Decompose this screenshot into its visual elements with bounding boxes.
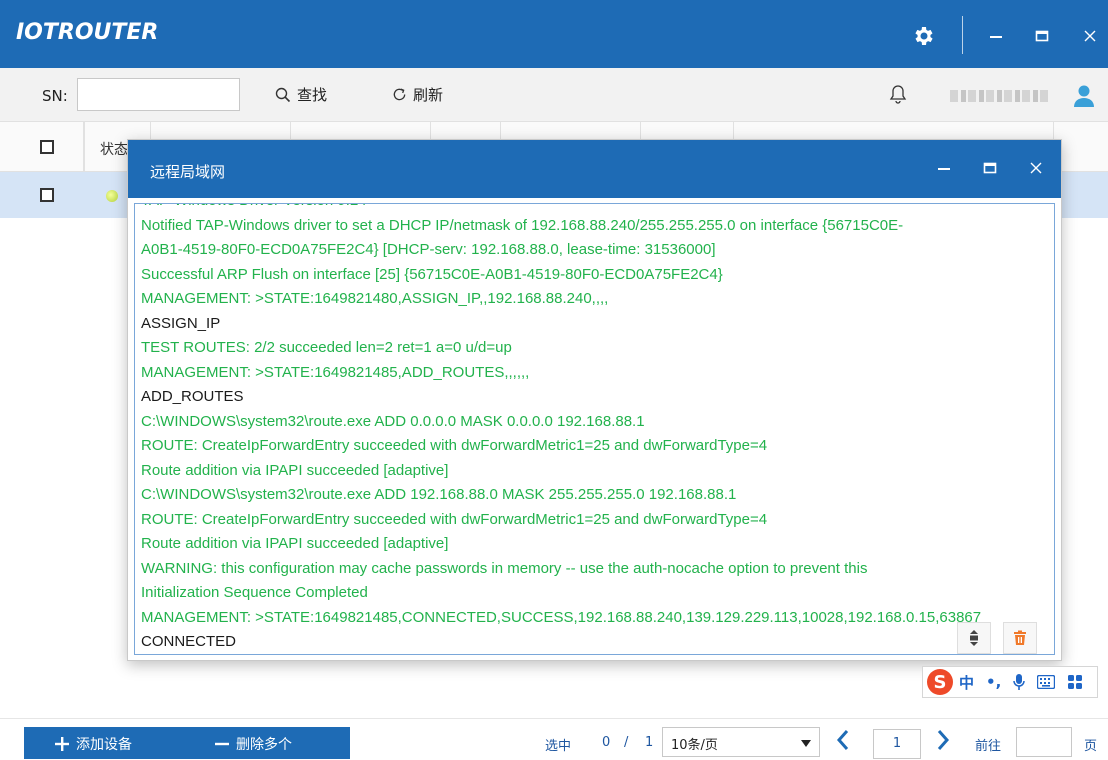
- selected-label: 选中: [545, 739, 572, 754]
- log-line: C:\WINDOWS\system32\route.exe ADD 0.0.0.…: [141, 412, 645, 430]
- user-name-redacted: [950, 90, 1048, 102]
- search-button[interactable]: 查找: [275, 84, 327, 105]
- sn-input[interactable]: [77, 78, 240, 111]
- page-size-value: 10条/页: [671, 738, 718, 753]
- toolbar: SN: 查找 刷新: [0, 68, 1108, 122]
- delete-multiple-button[interactable]: 删除多个: [214, 734, 292, 754]
- log-lines: TAP-Windows Driver Version 9.24 Notified …: [141, 204, 1048, 654]
- user-avatar-icon[interactable]: [1072, 84, 1096, 112]
- log-line: Route addition via IPAPI succeeded [adap…: [141, 535, 449, 552]
- dialog-minimize-button[interactable]: [928, 152, 960, 184]
- dialog-title: 远程局域网: [150, 163, 226, 181]
- current-page[interactable]: 1: [873, 729, 921, 759]
- log-line: WARNING: this configuration may cache pa…: [141, 559, 868, 577]
- count-separator: /: [624, 735, 629, 750]
- sn-label: SN:: [42, 87, 68, 105]
- log-line: MANAGEMENT: >STATE:1649821485,ADD_ROUTES…: [141, 363, 530, 381]
- app-logo: IOTROUTER: [16, 20, 159, 45]
- add-device-button[interactable]: 添加设备: [54, 734, 132, 754]
- ime-toolbar: S 中 •,: [922, 666, 1098, 698]
- footer-bar: 添加设备 删除多个 选中 0 / 1 10条/页 1 前往 页: [0, 718, 1108, 760]
- select-all-checkbox[interactable]: [40, 140, 54, 154]
- log-line: MANAGEMENT: >STATE:1649821485,CONNECTED,…: [141, 608, 982, 626]
- window-close-button[interactable]: [1072, 18, 1108, 54]
- log-line: Initialization Sequence Completed: [141, 584, 368, 601]
- ime-keyboard-icon[interactable]: [1037, 675, 1056, 689]
- selected-count: 0: [602, 735, 611, 750]
- log-line: TAP-Windows Driver Version 9.24: [141, 204, 1048, 214]
- scroll-lock-button[interactable]: [957, 622, 991, 654]
- status-online-icon: [106, 190, 118, 202]
- plus-icon: [55, 737, 69, 751]
- log-line: CONNECTED: [141, 633, 237, 650]
- title-bar: IOTROUTER: [0, 0, 1108, 68]
- search-button-label: 查找: [297, 86, 328, 104]
- log-line: Notified TAP-Windows driver to set a DHC…: [141, 216, 904, 234]
- window-maximize-button[interactable]: [1024, 18, 1060, 54]
- dialog-maximize-button[interactable]: [974, 152, 1006, 184]
- ime-punctuation-toggle[interactable]: •,: [986, 673, 1001, 691]
- refresh-button-label: 刷新: [413, 86, 444, 104]
- next-page-button[interactable]: [936, 729, 950, 755]
- refresh-button[interactable]: 刷新: [392, 84, 443, 105]
- dialog-close-button[interactable]: [1020, 152, 1052, 184]
- log-line: MANAGEMENT: >STATE:1649821480,ASSIGN_IP,…: [141, 290, 609, 307]
- scroll-arrows-icon: [970, 630, 978, 646]
- chevron-right-icon: [937, 730, 950, 750]
- log-line: ASSIGN_IP: [141, 314, 221, 332]
- search-icon: [275, 87, 291, 102]
- log-output[interactable]: TAP-Windows Driver Version 9.24 Notified …: [134, 203, 1055, 655]
- chevron-down-icon: [801, 740, 811, 747]
- page-unit-label: 页: [1084, 739, 1098, 754]
- dialog-header: 远程局域网: [128, 140, 1061, 198]
- log-line: A0B1-4519-80F0-ECD0A75FE2C4} [DHCP-serv:…: [141, 241, 716, 258]
- log-line: Route addition via IPAPI succeeded [adap…: [141, 461, 449, 479]
- table-header-checkbox-col: [0, 122, 84, 172]
- notification-bell-icon[interactable]: [889, 84, 907, 108]
- clear-log-button[interactable]: [1003, 622, 1037, 654]
- add-device-label: 添加设备: [76, 737, 132, 753]
- goto-label: 前往: [975, 739, 1002, 754]
- remote-lan-dialog: 远程局域网 TAP-Windows Driver Version 9.24 Not…: [127, 139, 1062, 661]
- ime-microphone-icon[interactable]: [1013, 673, 1026, 691]
- log-line: ROUTE: CreateIpForwardEntry succeeded wi…: [141, 437, 768, 454]
- refresh-icon: [393, 88, 406, 101]
- footer-action-group: 添加设备 删除多个: [24, 727, 350, 759]
- ime-logo[interactable]: S: [927, 669, 953, 695]
- row-checkbox[interactable]: [40, 188, 54, 202]
- minus-icon: [215, 742, 229, 746]
- log-line: TEST ROUTES: 2/2 succeeded len=2 ret=1 a…: [141, 339, 512, 356]
- trash-icon: [1014, 630, 1026, 645]
- goto-page-input[interactable]: [1016, 727, 1072, 757]
- settings-gear-icon[interactable]: [912, 24, 936, 48]
- delete-multiple-label: 删除多个: [236, 737, 292, 753]
- log-line: C:\WINDOWS\system32\route.exe ADD 192.16…: [141, 486, 737, 503]
- ime-mode-toggle[interactable]: 中: [959, 672, 974, 693]
- page-size-select[interactable]: 10条/页: [662, 727, 820, 757]
- log-line: ADD_ROUTES: [141, 388, 244, 405]
- prev-page-button[interactable]: [836, 729, 850, 755]
- total-count: 1: [645, 735, 654, 750]
- window-minimize-button[interactable]: [978, 18, 1014, 54]
- titlebar-separator: [962, 16, 963, 54]
- ime-apps-icon[interactable]: [1067, 674, 1083, 690]
- chevron-left-icon: [836, 730, 849, 750]
- log-line: ROUTE: CreateIpForwardEntry succeeded wi…: [141, 510, 768, 528]
- log-line: Successful ARP Flush on interface [25] {…: [141, 265, 723, 283]
